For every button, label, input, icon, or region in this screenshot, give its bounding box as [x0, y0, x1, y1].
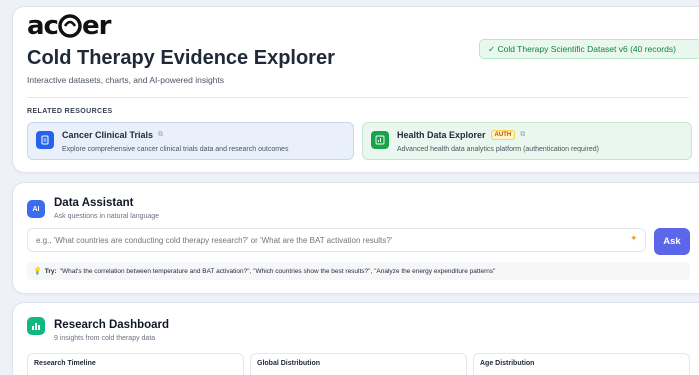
resource-title: Health Data Explorer: [397, 130, 486, 140]
resource-description: Advanced health data analytics platform …: [397, 146, 599, 153]
dashboard-title: Research Dashboard: [54, 319, 170, 331]
sparkle-icon[interactable]: ✦: [630, 233, 638, 244]
related-resources-label: RELATED RESOURCES: [27, 108, 113, 115]
panel-research-timeline: Research Timeline: [27, 353, 244, 375]
bar-chart-icon: [27, 317, 45, 335]
panel-age-distribution: Age Distribution: [473, 353, 690, 375]
external-link-icon: ⧉: [520, 131, 526, 138]
dataset-status-badge: ✓ Cold Therapy Scientific Dataset v6 (40…: [479, 39, 699, 59]
header-card: ac er Cold Therapy Evidence Explorer Int…: [12, 6, 699, 173]
page-title: Cold Therapy Evidence Explorer: [27, 47, 335, 69]
panel-title: Research Timeline: [34, 360, 96, 367]
research-dashboard-card: Research Dashboard 9 insights from cold …: [12, 302, 699, 375]
resource-card-cancer-trials[interactable]: Cancer Clinical Trials ⧉ Explore compreh…: [27, 122, 354, 160]
try-label: Try:: [44, 267, 57, 275]
dashboard-subtitle: 9 insights from cold therapy data: [54, 335, 156, 342]
acer-logo[interactable]: ac er: [27, 13, 111, 39]
try-examples[interactable]: "What's the correlation between temperat…: [60, 268, 496, 275]
external-link-icon: ⧉: [158, 131, 164, 138]
page-subtitle: Interactive datasets, charts, and AI-pow…: [27, 75, 225, 85]
panel-title: Global Distribution: [257, 360, 320, 367]
document-icon: [36, 131, 54, 149]
header-divider: [27, 97, 689, 98]
auth-badge: AUTH: [490, 130, 516, 140]
resource-description: Explore comprehensive cancer clinical tr…: [62, 146, 289, 153]
assistant-subtitle: Ask questions in natural language: [54, 213, 160, 220]
resource-title: Cancer Clinical Trials: [62, 130, 154, 140]
chart-icon: [371, 131, 389, 149]
query-input[interactable]: [27, 228, 646, 252]
panel-global-distribution: Global Distribution: [250, 353, 467, 375]
data-assistant-card: AI Data Assistant Ask questions in natur…: [12, 182, 699, 294]
ai-icon: AI: [27, 200, 45, 218]
resource-card-health-explorer[interactable]: Health Data Explorer AUTH ⧉ Advanced hea…: [362, 122, 692, 160]
panel-title: Age Distribution: [480, 360, 535, 367]
lightbulb-icon: 💡: [33, 268, 42, 275]
assistant-title: Data Assistant: [54, 197, 134, 209]
try-suggestions: 💡 Try: "What's the correlation between t…: [27, 262, 690, 280]
ask-button[interactable]: Ask: [654, 228, 690, 255]
logo-emblem-icon: [58, 14, 82, 38]
